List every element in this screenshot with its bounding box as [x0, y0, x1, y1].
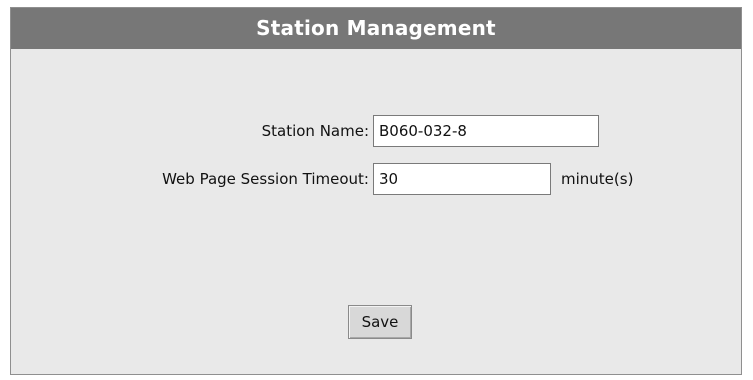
session-timeout-row: Web Page Session Timeout: minute(s) [11, 163, 741, 195]
station-name-row: Station Name: [11, 115, 741, 147]
station-name-input[interactable] [373, 115, 599, 147]
station-name-label: Station Name: [261, 122, 369, 140]
station-management-panel: Station Management Station Name: Web Pag… [10, 7, 742, 375]
session-timeout-label: Web Page Session Timeout: [162, 170, 369, 188]
save-button[interactable]: Save [348, 305, 412, 339]
panel-header: Station Management [11, 8, 741, 49]
timeout-unit-label: minute(s) [561, 170, 634, 188]
panel-title: Station Management [256, 16, 496, 40]
session-timeout-input[interactable] [373, 163, 551, 195]
